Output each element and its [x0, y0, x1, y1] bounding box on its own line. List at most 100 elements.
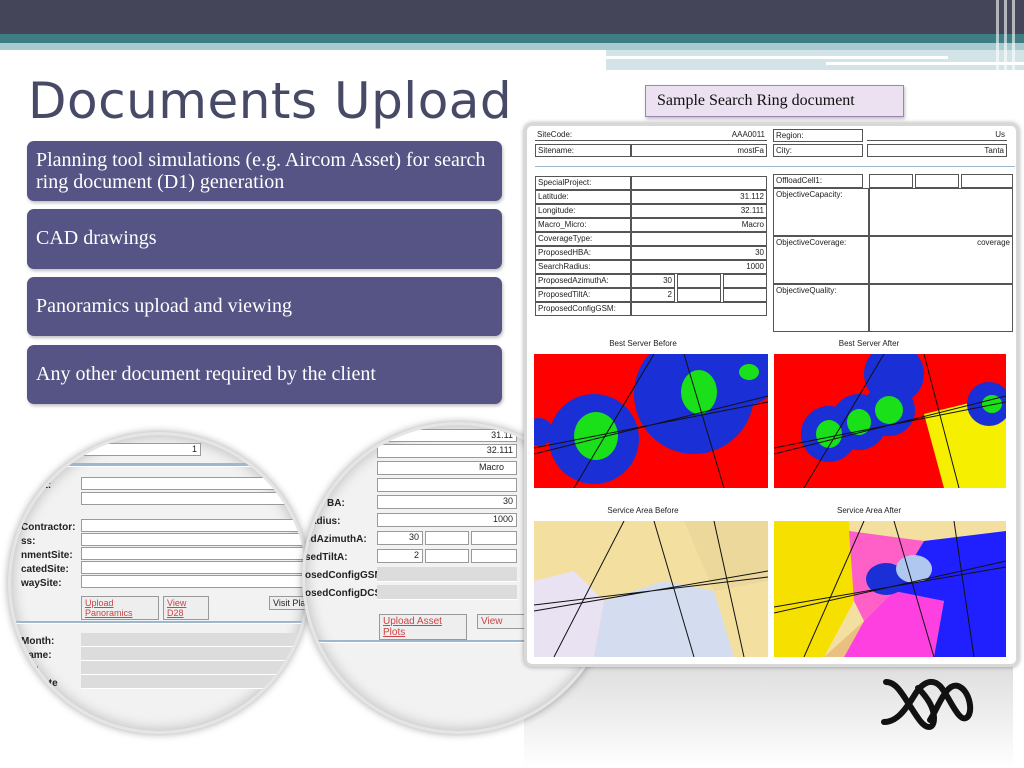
doc-value [869, 188, 1013, 236]
doc-value [631, 232, 767, 246]
doc-label: OffloadCell1: [773, 174, 863, 188]
doc-label: SearchRadius: [535, 260, 631, 274]
map-caption: Best Server Before [609, 339, 677, 348]
lens-field [425, 531, 469, 545]
lens-label: waySite: [21, 578, 62, 589]
doc-value: Us [867, 129, 1007, 141]
header-vbar [1012, 0, 1015, 70]
view-d28-button[interactable]: View D28 [163, 596, 209, 620]
lens-label: BA: [327, 498, 345, 509]
lens-label: sedTiltA: [305, 552, 348, 563]
doc-value: coverage [869, 236, 1013, 284]
search-ring-document: SiteCode: AAA0011 Region: Us Sitename: m… [524, 123, 1019, 667]
lens-divider [11, 621, 307, 624]
lens-field [81, 675, 307, 689]
lens-label: me: [21, 664, 39, 675]
doc-label: ObjectiveCoverage: [773, 236, 869, 284]
lens-field: 1 [81, 443, 201, 456]
lens-field [81, 633, 307, 647]
lens-field [425, 549, 469, 563]
top-bar [0, 0, 1024, 34]
bullet-box-cad: CAD drawings [27, 209, 502, 269]
doc-label: Macro_Micro: [535, 218, 631, 232]
lens-field [471, 531, 517, 545]
header-line [606, 56, 948, 59]
lens-field [81, 561, 307, 574]
map-caption: Service Area Before [607, 506, 679, 515]
doc-label: SpecialProject: [535, 176, 631, 190]
header-vbar [996, 0, 999, 70]
doc-value: 1000 [631, 260, 767, 274]
lens-label: Month: [21, 636, 55, 647]
lens-field [81, 533, 307, 546]
doc-value [723, 288, 767, 302]
map-caption: Service Area After [836, 506, 902, 515]
company-logo [881, 678, 974, 730]
lens-label: ct: [39, 480, 52, 491]
doc-value: mostFa [631, 144, 767, 157]
slide-title: Documents Upload [28, 72, 513, 130]
doc-label: Longitude: [535, 204, 631, 218]
doc-label: CoverageType: [535, 232, 631, 246]
bullet-text: Planning tool simulations (e.g. Aircom A… [36, 149, 486, 193]
lens-label: Name: [21, 650, 52, 661]
doc-value [631, 302, 767, 316]
lens-field: 30 [377, 495, 517, 509]
best-server-after-map [774, 354, 1006, 488]
lens-field [81, 519, 307, 532]
lens-label: adius: [311, 516, 341, 527]
bullet-box-simulations: Planning tool simulations (e.g. Aircom A… [27, 141, 502, 201]
doc-value: 30 [631, 246, 767, 260]
lens-divider [11, 463, 307, 467]
doc-value: AAA0011 [631, 129, 767, 141]
bullet-text: Panoramics upload and viewing [36, 295, 293, 317]
lens-select[interactable]: Macro [377, 461, 517, 475]
doc-value [631, 176, 767, 190]
doc-label: ProposedHBA: [535, 246, 631, 260]
upload-asset-plots-button[interactable]: Upload Asset Plots [379, 614, 467, 640]
lens-label: edAzimuthA: [305, 534, 367, 545]
lens-select[interactable] [377, 478, 517, 492]
lens-label: ss: [21, 536, 36, 547]
doc-value [869, 174, 913, 188]
header-stripe [0, 34, 1024, 43]
doc-label: ProposedTiltA: [535, 288, 631, 302]
lens-field [81, 647, 307, 661]
lens-field [377, 567, 517, 582]
bullet-box-panoramics: Panoramics upload and viewing [27, 277, 502, 336]
map-caption: Best Server After [838, 339, 900, 348]
callout-label: Sample Search Ring document [645, 85, 904, 117]
doc-value [723, 274, 767, 288]
doc-label: ProposedConfigGSM: [535, 302, 631, 316]
lens-field [81, 547, 307, 560]
doc-value: Macro [631, 218, 767, 232]
lens-field [377, 585, 517, 600]
service-area-after-map [774, 521, 1006, 657]
lens-label: Contractor: [21, 522, 76, 533]
header-stripe-right [606, 50, 1024, 70]
doc-label: City: [773, 144, 863, 157]
header-line [826, 62, 1024, 65]
bullet-text: Any other document required by the clien… [36, 363, 376, 385]
doc-value [915, 174, 959, 188]
lens-field: 1000 [377, 513, 517, 527]
lens-field [81, 661, 307, 675]
doc-value: 2 [631, 288, 675, 302]
doc-value: Tanta [867, 144, 1007, 157]
lens-label: nmentSite: [21, 550, 73, 561]
lens-field: 32.111 [377, 444, 517, 458]
best-server-before-map [534, 354, 768, 488]
upload-panoramics-button[interactable]: Upload Panoramics [81, 596, 159, 620]
doc-label: Sitename: [535, 144, 631, 157]
doc-label: SiteCode: [535, 129, 631, 141]
lens-label: osedConfigDCS: [305, 588, 385, 599]
header-vbar [1004, 0, 1007, 70]
lens-field [81, 477, 307, 490]
doc-label: Latitude: [535, 190, 631, 204]
doc-value [677, 274, 721, 288]
header-gap [0, 50, 606, 70]
lens-label: catedSite: [21, 564, 69, 575]
doc-value [869, 284, 1013, 332]
lens-field [81, 492, 307, 505]
doc-label: Region: [773, 129, 863, 142]
